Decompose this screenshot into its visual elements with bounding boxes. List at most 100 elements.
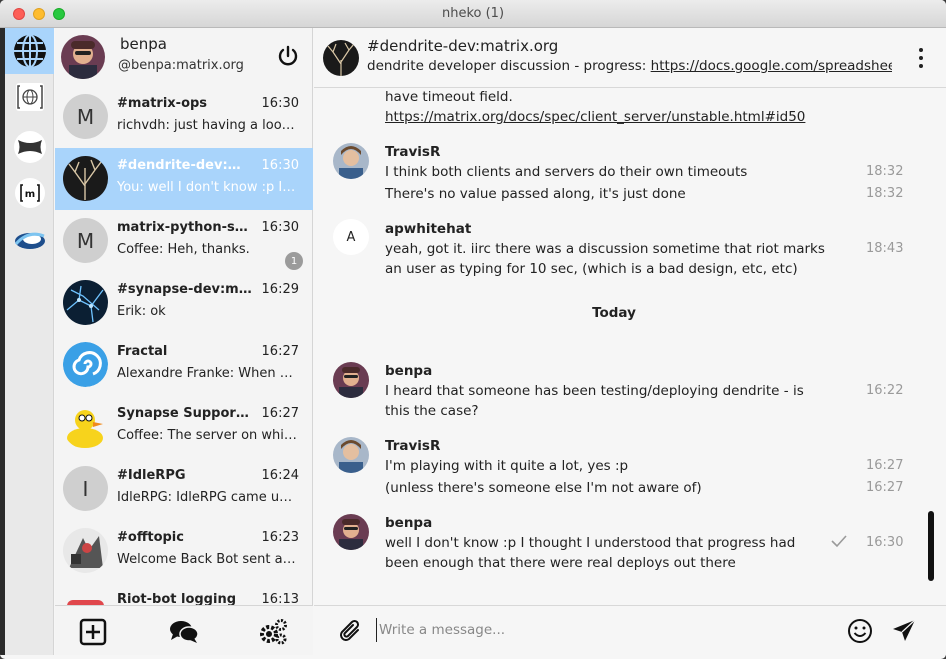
room-name: #IdleRPG	[117, 468, 186, 483]
globe-icon	[13, 34, 46, 68]
community-matrix[interactable]: m	[5, 170, 54, 216]
room-name: #offtopic	[117, 530, 184, 545]
room-topic-link[interactable]: https://docs.google.com/spreadsheets/d/	[651, 58, 892, 74]
room-name: Fractal	[117, 344, 168, 359]
room-list-footer	[55, 605, 313, 655]
room-title: #dendrite-dev:matrix.org	[367, 37, 559, 55]
room-name: #synapse-dev:matrix.org	[117, 282, 252, 297]
send-message-button[interactable]	[891, 618, 917, 648]
paperclip-icon	[340, 619, 360, 641]
message-link-line: https://matrix.org/docs/spec/client_serv…	[385, 109, 805, 125]
room-preview: Coffee: Heh, thanks.	[117, 242, 250, 257]
room-preview: IdleRPG: IdleRPG came upon a	[117, 490, 297, 505]
room-time: 16:27	[261, 344, 299, 359]
community-swirl[interactable]	[5, 216, 54, 262]
community-matrix-globe[interactable]	[5, 74, 54, 120]
settings-button[interactable]	[258, 617, 288, 647]
message-timestamp: 18:43	[866, 241, 904, 256]
join-room-button[interactable]	[169, 617, 199, 647]
room-topic-text: dendrite developer discussion - progress…	[367, 58, 651, 74]
dot	[919, 64, 923, 68]
title-bar: nheko (1)	[0, 0, 946, 28]
community-sidebar: m	[5, 28, 54, 655]
message-sender[interactable]: TravisR	[385, 144, 440, 160]
room-item[interactable]: #offtopic 16:23 Welcome Back Bot sent a …	[55, 520, 313, 582]
message-timestamp: 18:32	[866, 164, 904, 179]
room-time: 16:24	[261, 468, 299, 483]
message-text: There's no value passed along, it's just…	[385, 186, 686, 202]
room-avatar	[63, 528, 108, 573]
room-item[interactable]: Fractal 16:27 Alexandre Franke: When som…	[55, 334, 313, 396]
room-item-selected[interactable]: #dendrite-dev:matrix.org 16:30 You: well…	[55, 148, 313, 210]
message-text: I think both clients and servers do thei…	[385, 164, 748, 180]
room-item[interactable]: #synapse-dev:matrix.org 16:29 Erik: ok	[55, 272, 313, 334]
sender-avatar[interactable]	[333, 143, 369, 179]
community-all[interactable]	[5, 28, 54, 74]
room-item[interactable]: I #IdleRPG 16:24 IdleRPG: IdleRPG came u…	[55, 458, 313, 520]
room-options-button[interactable]	[918, 48, 924, 68]
date-divider: Today	[592, 305, 636, 321]
message-sender[interactable]: TravisR	[385, 438, 440, 454]
message-timestamp: 16:22	[866, 383, 904, 398]
message-text: (unless there's someone else I'm not awa…	[385, 480, 702, 496]
dot	[919, 56, 923, 60]
sender-avatar[interactable]	[333, 362, 369, 398]
room-time: 16:30	[261, 96, 299, 111]
message-text: I heard that someone has been testing/de…	[385, 383, 804, 399]
emoji-picker-button[interactable]	[847, 618, 873, 648]
room-header-avatar[interactable]	[323, 40, 359, 76]
message-input[interactable]	[376, 618, 796, 642]
timeline-scrollbar[interactable]	[928, 511, 934, 581]
message-sender[interactable]: benpa	[385, 363, 432, 379]
room-avatar	[63, 156, 108, 201]
smiley-icon	[848, 619, 872, 643]
room-preview: You: well I don't know :p I thought	[117, 180, 297, 195]
svg-text:m: m	[24, 189, 34, 200]
sender-avatar[interactable]	[333, 437, 369, 473]
community-bone[interactable]	[5, 124, 54, 170]
room-topic: dendrite developer discussion - progress…	[367, 58, 892, 74]
unread-badge: 1	[285, 252, 303, 270]
message-timestamp: 16:27	[866, 458, 904, 473]
swirl-logo-icon	[14, 232, 45, 249]
message-text: have timeout field.	[385, 89, 513, 105]
message-text: well I don't know :p I thought I underst…	[385, 535, 796, 551]
logout-button[interactable]	[277, 45, 299, 71]
sender-avatar[interactable]	[333, 514, 369, 550]
message-composer	[314, 605, 946, 655]
message-timeline[interactable]: have timeout field. https://matrix.org/d…	[314, 88, 946, 605]
window-title: nheko (1)	[441, 6, 505, 21]
room-item[interactable]: M matrix-python-sdk 16:30 Coffee: Heh, t…	[55, 210, 313, 272]
user-info: benpa @benpa:matrix.org	[55, 28, 313, 86]
message-timestamp: 18:32	[866, 186, 904, 201]
attach-file-button[interactable]	[338, 618, 364, 648]
room-time: 16:30	[261, 220, 299, 235]
message-sender[interactable]: benpa	[385, 515, 432, 531]
message-text: been enough that there were real deploys…	[385, 555, 736, 571]
room-header: #dendrite-dev:matrix.org dendrite develo…	[314, 28, 946, 88]
room-preview: Welcome Back Bot sent a notice	[117, 552, 297, 567]
message-timestamp: 16:30	[866, 535, 904, 550]
room-list-panel: benpa @benpa:matrix.org M #matrix-ops 16…	[55, 28, 313, 655]
plus-square-icon	[79, 618, 107, 646]
create-room-button[interactable]	[78, 617, 108, 647]
room-avatar	[63, 280, 108, 325]
message-link[interactable]: https://matrix.org/docs/spec/client_serv…	[385, 109, 805, 125]
user-id: @benpa:matrix.org	[118, 58, 244, 73]
room-name: #dendrite-dev:matrix.org	[117, 158, 252, 173]
message-sender[interactable]: apwhitehat	[385, 221, 471, 237]
room-item[interactable]: Synapse Support Channel 16:27 Coffee: Th…	[55, 396, 313, 458]
chat-bubbles-icon	[170, 621, 199, 643]
matrix-globe-icon	[15, 83, 44, 111]
room-item[interactable]: M #matrix-ops 16:30 richvdh: just having…	[55, 86, 313, 148]
app-window: nheko (1) m benpa @benpa:matrix.org M #m…	[0, 0, 946, 659]
user-avatar[interactable]	[61, 35, 105, 79]
message-text: an user as typing for 10 sec, (which is …	[385, 261, 798, 277]
send-arrow-icon	[893, 619, 916, 641]
room-preview: richvdh: just having a look at it	[117, 118, 297, 133]
message-timestamp: 16:27	[866, 480, 904, 495]
room-name: Synapse Support Channel	[117, 406, 252, 421]
room-preview: Alexandre Franke: When something	[117, 366, 297, 381]
room-avatar	[63, 404, 108, 449]
sender-avatar[interactable]: A	[333, 219, 369, 255]
